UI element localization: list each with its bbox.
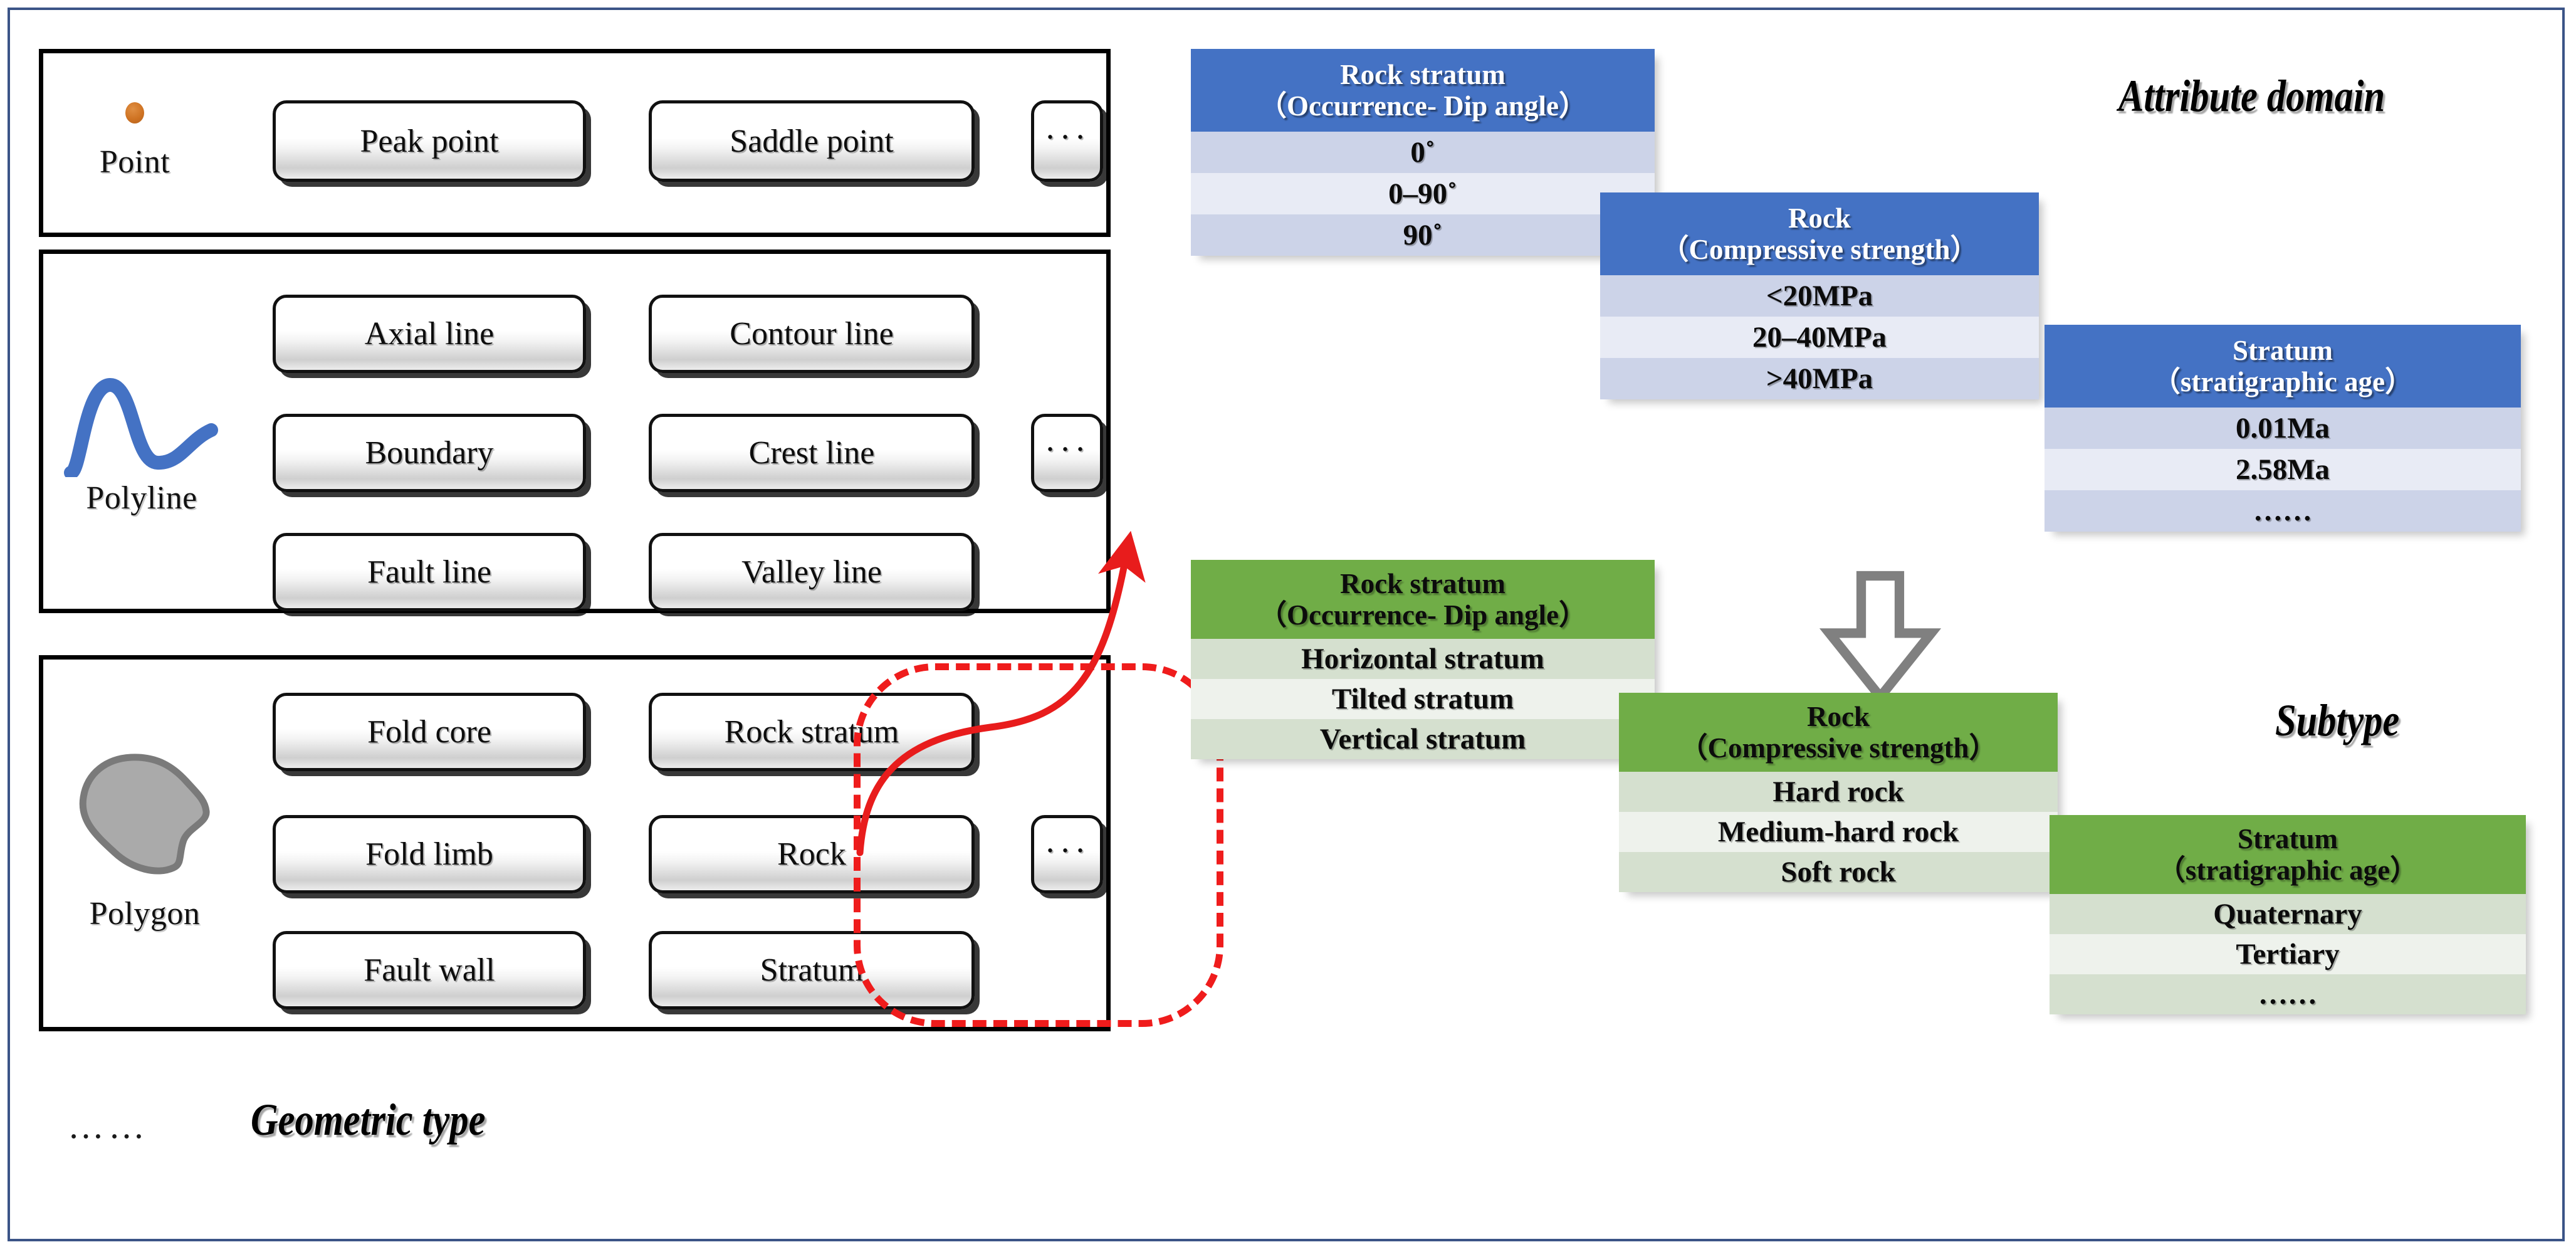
table-row: Tertiary: [2050, 934, 2526, 974]
table-row: <20MPa: [1600, 275, 2039, 317]
table-header: Stratum （stratigraphic age）: [2050, 815, 2526, 894]
table-row: >40MPa: [1600, 358, 2039, 399]
button-axial-line[interactable]: Axial line: [273, 295, 586, 373]
table-row: Horizontal stratum: [1191, 639, 1655, 679]
table-header-line2: （Occurrence- Dip angle）: [1258, 599, 1588, 631]
button-boundary[interactable]: Boundary: [273, 414, 586, 492]
table-row: 0–90˚: [1191, 173, 1655, 214]
table-header-line2: （Compressive strength）: [1679, 732, 1997, 764]
button-fault-line[interactable]: Fault line: [273, 533, 586, 611]
attribute-domain-heading: Attribute domain: [2118, 71, 2385, 121]
blue-wave-icon: [64, 378, 218, 477]
table-header: Rock stratum （Occurrence- Dip angle）: [1191, 49, 1655, 132]
table-header: Stratum （stratigraphic age）: [2045, 325, 2521, 408]
polyline-type-cell: Polyline: [60, 351, 223, 533]
button-fold-limb[interactable]: Fold limb: [273, 815, 586, 893]
table-row: Vertical stratum: [1191, 719, 1655, 759]
table-row: 20–40MPa: [1600, 317, 2039, 358]
table-row: 90˚: [1191, 214, 1655, 256]
button-stratum[interactable]: Stratum: [649, 931, 975, 1009]
table-header-line1: Stratum: [2238, 823, 2338, 855]
table-header-line2: （Occurrence- Dip angle）: [1258, 90, 1588, 122]
table-row: Tilted stratum: [1191, 679, 1655, 719]
table-row: 2.58Ma: [2045, 449, 2521, 490]
table-row: Medium-hard rock: [1619, 812, 2058, 852]
button-saddle-point[interactable]: Saddle point: [649, 100, 975, 182]
button-fold-core[interactable]: Fold core: [273, 693, 586, 771]
table-header-line1: Rock: [1788, 202, 1851, 234]
geometric-type-heading: Geometric type: [251, 1095, 486, 1145]
table-header-line2: （stratigraphic age）: [2152, 366, 2414, 397]
table-header-line2: （stratigraphic age）: [2157, 855, 2419, 886]
point-caption: Point: [99, 144, 170, 180]
attribute-table-rock-stratum: Rock stratum （Occurrence- Dip angle） 0˚ …: [1191, 49, 1655, 256]
geometric-type-ellipsis: ……: [68, 1105, 149, 1146]
subtype-table-stratum: Stratum （stratigraphic age） Quaternary T…: [2050, 815, 2526, 1014]
table-header-line1: Rock: [1806, 700, 1870, 732]
attribute-table-rock: Rock （Compressive strength） <20MPa 20–40…: [1600, 192, 2039, 399]
table-row: Soft rock: [1619, 852, 2058, 892]
table-row: ……: [2050, 974, 2526, 1014]
table-header-line2: （Compressive strength）: [1660, 234, 1979, 265]
table-header: Rock stratum （Occurrence- Dip angle）: [1191, 560, 1655, 639]
table-header: Rock （Compressive strength）: [1600, 192, 2039, 275]
table-row: Quaternary: [2050, 894, 2526, 934]
attribute-table-stratum: Stratum （stratigraphic age） 0.01Ma 2.58M…: [2045, 325, 2521, 532]
subtype-table-rock-stratum: Rock stratum （Occurrence- Dip angle） Hor…: [1191, 560, 1655, 759]
polyline-caption: Polyline: [86, 480, 197, 516]
point-type-cell: Point: [69, 75, 201, 207]
button-fault-wall[interactable]: Fault wall: [273, 931, 586, 1009]
table-row: 0.01Ma: [2045, 408, 2521, 449]
table-row: Hard rock: [1619, 772, 2058, 812]
button-peak-point[interactable]: Peak point: [273, 100, 586, 182]
table-header-line1: Rock stratum: [1340, 567, 1505, 599]
polygon-caption: Polygon: [89, 895, 201, 932]
button-point-more[interactable]: ···: [1031, 100, 1103, 182]
table-row: 0˚: [1191, 132, 1655, 173]
polygon-type-cell: Polygon: [60, 702, 229, 953]
table-header: Rock （Compressive strength）: [1619, 693, 2058, 772]
orange-dot-icon: [125, 102, 144, 124]
table-header-line1: Rock stratum: [1340, 58, 1505, 90]
table-header-line1: Stratum: [2233, 334, 2333, 366]
subtype-table-rock: Rock （Compressive strength） Hard rock Me…: [1619, 693, 2058, 892]
gray-down-arrow: [1819, 571, 1942, 705]
gray-blob-icon: [79, 753, 210, 875]
table-row: ……: [2045, 490, 2521, 532]
diagram-canvas: Point Polyline Polygon Peak point Saddle…: [0, 0, 2576, 1252]
subtype-heading: Subtype: [2275, 695, 2400, 745]
